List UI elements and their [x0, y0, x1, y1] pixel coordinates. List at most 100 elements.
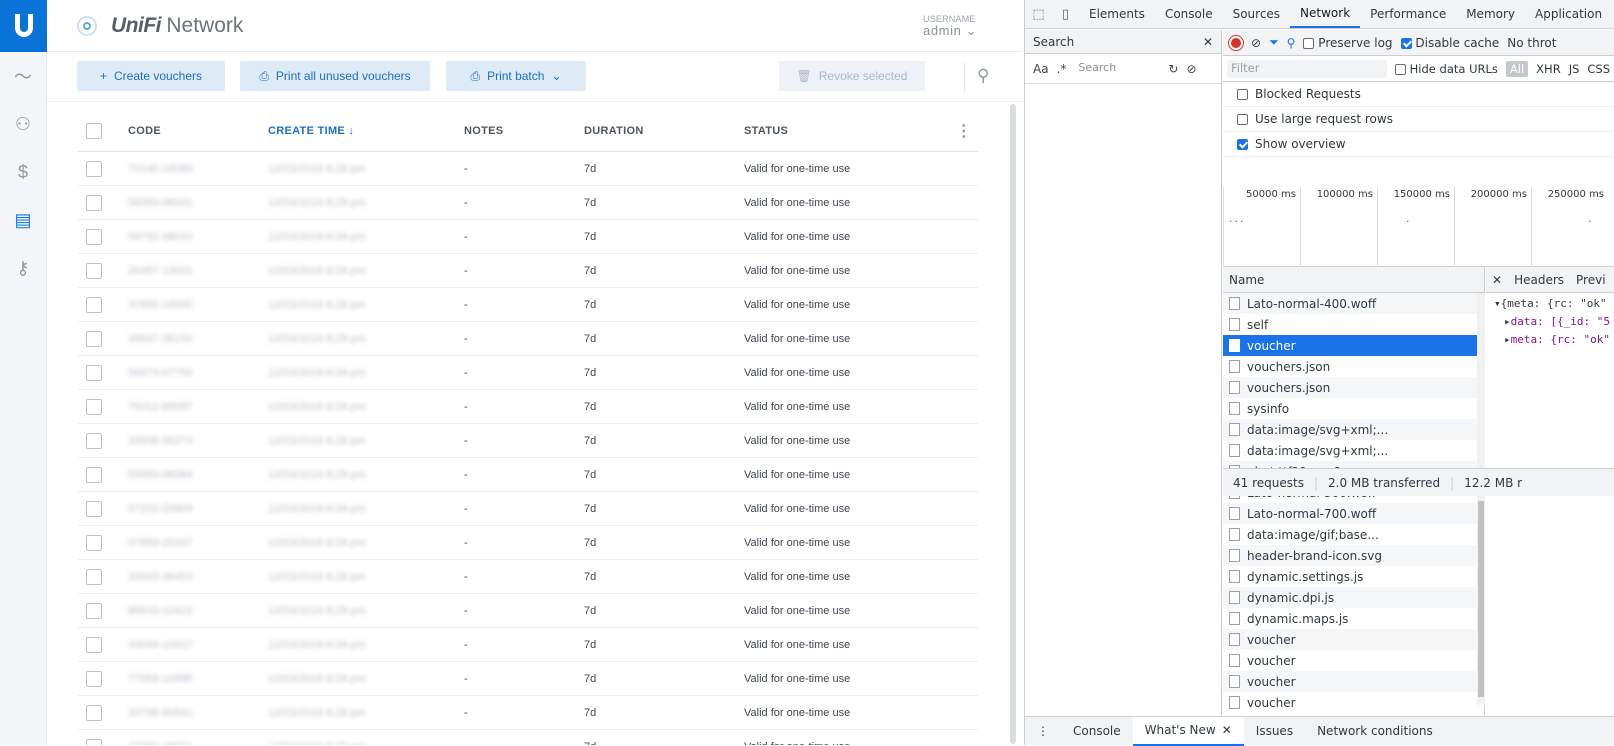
name-column-header[interactable]: Name — [1223, 267, 1484, 293]
request-row[interactable]: self — [1223, 314, 1477, 335]
request-row[interactable]: voucher — [1223, 650, 1477, 671]
header-status[interactable]: STATUS — [744, 125, 944, 137]
inspect-icon[interactable]: ⬚ — [1025, 0, 1052, 28]
key-icon[interactable]: ⚷ — [0, 244, 46, 292]
table-row[interactable]: 59792-98010 12/03/2019 8:28 pm - 7d Valid fo… — [78, 220, 978, 254]
devtools-tab-performance[interactable]: Performance — [1360, 0, 1456, 28]
disable-cache-checkbox[interactable] — [1400, 37, 1412, 49]
request-row[interactable]: data:image/svg+xml;... — [1223, 419, 1477, 440]
row-checkbox[interactable] — [86, 636, 102, 653]
table-row[interactable]: 23385-4860112/03/2019 8:28 pm-7dValid fo… — [78, 730, 978, 745]
table-row[interactable]: 75012-89087 12/03/2019 8:28 pm - 7d Valid fo… — [78, 390, 978, 424]
drawer-tab-issues[interactable]: Issues — [1244, 717, 1305, 746]
search-icon[interactable]: ⚲ — [1287, 36, 1296, 50]
request-row[interactable]: vouchers.json — [1223, 356, 1477, 377]
print-all-button[interactable]: ⎙ Print all unused vouchers — [240, 61, 430, 91]
table-row[interactable]: 38647-38150 12/03/2019 8:28 pm - 7d Valid fo… — [78, 322, 978, 356]
search-icon[interactable]: ⚲ — [977, 66, 989, 86]
devtools-tab-console[interactable]: Console — [1155, 0, 1223, 28]
drawer-menu-icon[interactable]: ⋮ — [1025, 717, 1061, 746]
header-notes[interactable]: NOTES — [464, 125, 584, 137]
row-checkbox[interactable] — [86, 398, 102, 415]
devtools-tab-network[interactable]: Network — [1290, 0, 1361, 28]
request-row[interactable]: dynamic.settings.js — [1223, 566, 1477, 587]
devtools-tab-application[interactable]: Application — [1525, 0, 1612, 28]
table-row[interactable]: 55559-96084 12/03/2019 8:28 pm - 7d Valid fo… — [78, 458, 978, 492]
hide-data-urls-checkbox[interactable] — [1395, 63, 1406, 75]
revoke-selected-button[interactable]: 🗑 Revoke selected — [779, 61, 925, 91]
close-icon[interactable]: ✕ — [1222, 723, 1232, 737]
statistics-icon[interactable]: 〜 — [0, 52, 46, 100]
row-checkbox[interactable] — [86, 568, 102, 585]
request-list-scrollbar[interactable] — [1477, 293, 1485, 705]
header-duration[interactable]: DURATION — [584, 125, 744, 137]
blocked-requests-checkbox[interactable] — [1237, 88, 1248, 100]
request-row[interactable]: voucher — [1223, 335, 1477, 356]
type-filter-all[interactable]: All — [1505, 60, 1529, 77]
show-overview-checkbox[interactable] — [1237, 138, 1248, 150]
request-row[interactable]: voucher — [1223, 671, 1477, 692]
request-row[interactable]: dynamic.dpi.js — [1223, 587, 1477, 608]
request-row[interactable]: data:image/svg+xml;... — [1223, 440, 1477, 461]
request-row[interactable]: voucher — [1223, 629, 1477, 650]
row-checkbox[interactable] — [86, 738, 102, 745]
drawer-tab-network-conditions[interactable]: Network conditions — [1305, 717, 1445, 746]
headers-tab[interactable]: Headers — [1514, 273, 1564, 287]
create-vouchers-button[interactable]: + Create vouchers — [77, 61, 225, 91]
device-toggle-icon[interactable]: ▯ — [1052, 0, 1079, 28]
type-filter-xhr[interactable]: XHR — [1536, 62, 1561, 76]
row-checkbox[interactable] — [86, 262, 102, 279]
expand-triangle-icon[interactable]: ▸ — [1504, 333, 1511, 346]
row-checkbox[interactable] — [86, 466, 102, 483]
request-row[interactable]: sysinfo — [1223, 398, 1477, 419]
table-row[interactable]: 07889-20107 12/03/2019 8:28 pm - 7d Valid fo… — [78, 526, 978, 560]
ubiquiti-logo[interactable] — [0, 0, 47, 52]
row-checkbox[interactable] — [86, 364, 102, 381]
search-input[interactable]: Search — [1074, 58, 1161, 79]
clients-icon[interactable]: ⚇ — [0, 100, 46, 148]
table-row[interactable]: 56059-96001 12/03/2019 8:28 pm - 7d Valid fo… — [78, 186, 978, 220]
type-filter-css[interactable]: CSS — [1587, 62, 1610, 76]
clear-log-icon[interactable]: ⊘ — [1251, 36, 1261, 50]
timeline-overview[interactable]: 50000 ms 100000 ms 150000 ms 200000 ms 2… — [1223, 187, 1614, 267]
preview-tab[interactable]: Previ — [1576, 267, 1606, 292]
print-batch-button[interactable]: ⎙ Print batch ⌄ — [446, 61, 586, 91]
row-checkbox[interactable] — [86, 330, 102, 347]
request-row[interactable]: Lato-normal-400.woff — [1223, 293, 1477, 314]
row-checkbox[interactable] — [86, 296, 102, 313]
row-checkbox[interactable] — [86, 228, 102, 245]
record-icon[interactable] — [1228, 34, 1244, 51]
request-row[interactable]: data:image/gif;base... — [1223, 524, 1477, 545]
table-row[interactable]: 77059-10985 12/03/2019 8:28 pm - 7d Valid fo… — [78, 662, 978, 696]
preserve-log-checkbox[interactable] — [1303, 37, 1315, 49]
filter-icon[interactable]: ⏷ — [1269, 35, 1279, 50]
request-row[interactable]: vouchers.json — [1223, 377, 1477, 398]
vouchers-icon[interactable]: ▤ — [0, 196, 46, 244]
table-row[interactable]: 70140-16089 12/03/2019 8:28 pm - 7d Valid fo… — [78, 152, 978, 186]
row-checkbox[interactable] — [86, 160, 102, 177]
table-row[interactable]: 86633-11623 12/03/2019 8:28 pm - 7d Valid fo… — [78, 594, 978, 628]
drawer-tab-console[interactable]: Console — [1061, 717, 1133, 746]
row-checkbox[interactable] — [86, 704, 102, 721]
table-row[interactable]: 33049-10017 12/03/2019 8:28 pm - 7d Valid fo… — [78, 628, 978, 662]
more-options-icon[interactable]: ⋮ — [956, 121, 972, 141]
user-menu[interactable]: USERNAME admin ⌄ — [923, 13, 977, 37]
close-icon[interactable]: ✕ — [1492, 273, 1502, 287]
large-rows-checkbox[interactable] — [1237, 113, 1248, 125]
request-row[interactable]: Lato-normal-700.woff — [1223, 503, 1477, 524]
devtools-tab-sources[interactable]: Sources — [1223, 0, 1290, 28]
page-scrollbar[interactable] — [1010, 104, 1016, 744]
devtools-tab-memory[interactable]: Memory — [1456, 0, 1525, 28]
devtools-tab-elements[interactable]: Elements — [1079, 0, 1155, 28]
throttle-select[interactable]: No throt — [1507, 36, 1556, 50]
match-case-toggle[interactable]: Aa — [1033, 62, 1049, 76]
row-checkbox[interactable] — [86, 602, 102, 619]
expand-triangle-icon[interactable]: ▾ — [1494, 297, 1501, 310]
header-create-time[interactable]: CREATE TIME ↓ — [268, 125, 464, 137]
refresh-icon[interactable]: ↻ — [1168, 62, 1178, 76]
table-row[interactable]: 37850-18000 12/03/2019 8:28 pm - 7d Valid fo… — [78, 288, 978, 322]
filter-input[interactable]: Filter — [1227, 59, 1387, 78]
header-code[interactable]: CODE — [128, 125, 268, 137]
row-checkbox[interactable] — [86, 432, 102, 449]
table-row[interactable]: 33043-36453 12/03/2019 8:28 pm - 7d Valid fo… — [78, 560, 978, 594]
